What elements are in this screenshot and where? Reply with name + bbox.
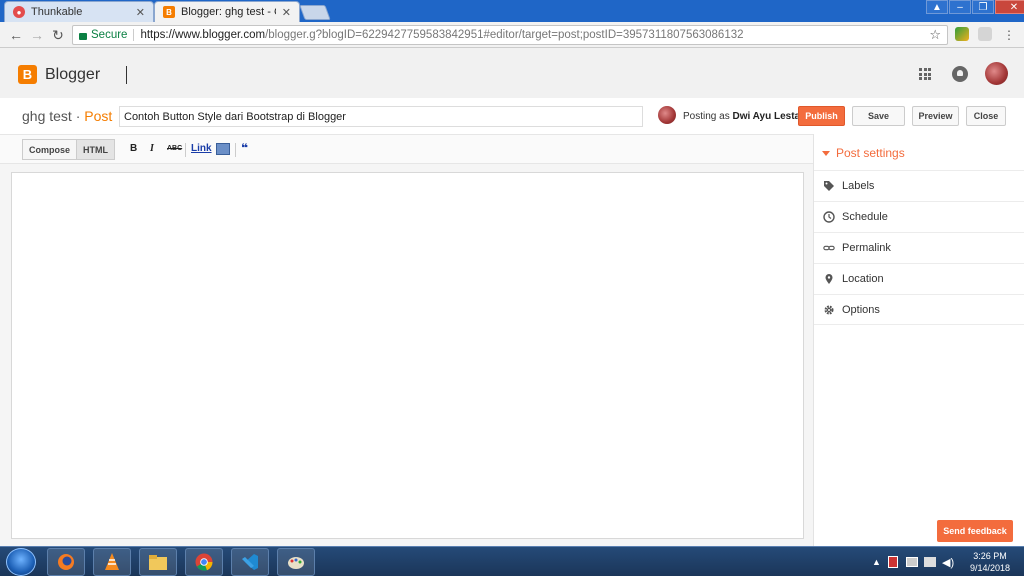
tab-title: Thunkable: [31, 6, 83, 18]
sidebar-item-location[interactable]: Location: [814, 263, 1024, 294]
chrome-icon[interactable]: [185, 548, 223, 576]
bookmark-star-icon[interactable]: ☆: [929, 27, 941, 43]
battery-icon[interactable]: [924, 557, 936, 567]
send-feedback-button[interactable]: Send feedback: [937, 520, 1013, 542]
paint-icon[interactable]: [277, 548, 315, 576]
save-button[interactable]: Save: [852, 106, 905, 126]
close-tab-icon[interactable]: ✕: [136, 6, 145, 19]
apps-grid-icon[interactable]: [919, 68, 931, 80]
insert-image-icon[interactable]: [216, 143, 230, 155]
user-icon[interactable]: ▲: [926, 0, 948, 14]
browser-toolbar: ← → ↻ Secure https://www.blogger.com/blo…: [0, 22, 1024, 48]
sidebar-item-labels[interactable]: Labels: [814, 170, 1024, 201]
extension-icon[interactable]: [955, 27, 969, 41]
blogger-header: B Blogger: [0, 48, 1024, 98]
html-editor-textarea[interactable]: [11, 172, 804, 539]
notifications-icon[interactable]: [952, 66, 968, 82]
reload-icon[interactable]: ↻: [49, 26, 67, 44]
breadcrumb-separator: ·: [75, 108, 81, 124]
sidebar-item-label: Schedule: [842, 211, 888, 223]
editor-toolbar: Compose HTML B I ABC Link ❝: [0, 134, 813, 164]
caret-down-icon: [822, 150, 830, 156]
browser-tab-strip: ● Thunkable ✕ B Blogger: ghg test - Crea…: [0, 0, 1024, 22]
extension-icon[interactable]: [978, 27, 992, 41]
header-divider: [126, 66, 127, 84]
post-settings-header[interactable]: Post settings: [822, 146, 905, 160]
gear-icon: [823, 304, 835, 316]
window-controls: ▲ – ❐ ✕: [925, 0, 1024, 16]
tab-blogger[interactable]: B Blogger: ghg test - Create ✕: [154, 1, 300, 22]
close-window-icon[interactable]: ✕: [995, 0, 1024, 14]
sidebar-item-permalink[interactable]: Permalink: [814, 232, 1024, 263]
post-settings-title: Post settings: [836, 146, 905, 160]
address-separator: [133, 29, 135, 41]
tab-title: Blogger: ghg test - Create: [181, 6, 276, 18]
posting-as: Posting as Dwi Ayu Lestari: [683, 111, 807, 122]
url-host: https://www.blogger.com: [140, 29, 266, 41]
volume-icon[interactable]: ◀): [942, 556, 954, 569]
new-tab-button[interactable]: [299, 5, 331, 20]
network-icon[interactable]: [906, 557, 918, 567]
blogger-favicon-icon: B: [163, 6, 175, 18]
browser-menu-icon[interactable]: ⋮: [1000, 26, 1018, 44]
bold-button[interactable]: B: [130, 143, 137, 154]
sidebar-item-options[interactable]: Options: [814, 294, 1024, 325]
app-name[interactable]: Blogger: [45, 66, 100, 84]
author-name: Dwi Ayu Lestari: [732, 111, 807, 122]
tab-thunkable[interactable]: ● Thunkable ✕: [4, 1, 154, 22]
strikethrough-button[interactable]: ABC: [167, 145, 182, 152]
quote-icon[interactable]: ❝: [241, 141, 248, 155]
lock-icon: [79, 32, 87, 40]
file-explorer-icon[interactable]: [139, 548, 177, 576]
author-avatar: [658, 106, 676, 124]
show-hidden-icons[interactable]: ▲: [872, 557, 881, 567]
post-title-input[interactable]: [119, 106, 643, 127]
url-path: /blogger.g?blogID=6229427759583842951#ed…: [265, 29, 744, 41]
toolbar-divider: [235, 143, 236, 157]
sidebar-item-label: Location: [842, 273, 884, 285]
secure-label: Secure: [91, 29, 128, 41]
sidebar-item-schedule[interactable]: Schedule: [814, 201, 1024, 232]
sidebar-item-label: Permalink: [842, 242, 891, 254]
account-avatar[interactable]: [985, 62, 1008, 85]
restore-icon[interactable]: ❐: [972, 0, 994, 14]
editor-area: [0, 164, 813, 546]
vscode-icon[interactable]: [231, 548, 269, 576]
preview-button[interactable]: Preview: [912, 106, 959, 126]
vlc-icon[interactable]: [93, 548, 131, 576]
tag-icon: [823, 180, 835, 192]
close-tab-icon[interactable]: ✕: [282, 6, 291, 19]
post-title-row: ghg test · Post Posting as Dwi Ayu Lesta…: [0, 98, 1024, 134]
link-button[interactable]: Link: [191, 143, 212, 154]
sidebar-item-label: Labels: [842, 180, 875, 192]
minimize-icon[interactable]: –: [949, 0, 971, 14]
back-icon[interactable]: ←: [7, 26, 25, 44]
toolbar-divider: [185, 143, 186, 157]
forward-icon[interactable]: →: [28, 26, 46, 44]
firefox-icon[interactable]: [47, 548, 85, 576]
sidebar-item-label: Options: [842, 303, 880, 316]
clock-time: 3:26 PM: [973, 551, 1007, 561]
tray-app-icon[interactable]: [888, 556, 898, 568]
post-type: Post: [84, 108, 113, 124]
clock-date: 9/14/2018: [969, 563, 1011, 573]
location-pin-icon: [823, 273, 835, 285]
clock-icon: [823, 211, 835, 223]
close-button[interactable]: Close: [966, 106, 1006, 126]
post-settings-sidebar: Post settings Labels Schedule Permalink …: [813, 134, 1024, 546]
blog-name[interactable]: ghg test: [22, 108, 72, 124]
thunkable-favicon-icon: ●: [13, 6, 25, 18]
address-bar[interactable]: Secure https://www.blogger.com/blogger.g…: [72, 25, 948, 45]
blog-breadcrumb: ghg test · Post: [22, 108, 112, 124]
posting-as-label: Posting as: [683, 111, 730, 122]
link-icon: [823, 242, 835, 254]
taskbar-clock[interactable]: 3:26 PM 9/14/2018: [962, 550, 1018, 574]
html-mode-button[interactable]: HTML: [76, 139, 115, 160]
blogger-logo-icon[interactable]: B: [18, 65, 37, 84]
italic-button[interactable]: I: [150, 143, 154, 154]
compose-mode-button[interactable]: Compose: [22, 139, 77, 160]
start-button-icon[interactable]: [6, 548, 36, 576]
publish-button[interactable]: Publish: [798, 106, 845, 126]
windows-taskbar: ▲ ◀) 3:26 PM 9/14/2018: [0, 546, 1024, 576]
